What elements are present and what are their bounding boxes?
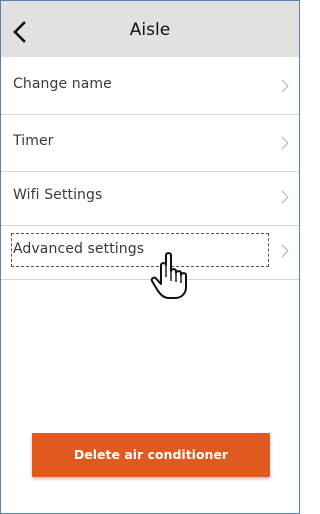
- chevron-right-icon: [281, 190, 289, 204]
- page-title: Aisle: [129, 20, 171, 40]
- menu-item-label: Advanced settings: [13, 241, 145, 257]
- app-screen: Aisle Change name Timer Wifi Settings Ad…: [0, 0, 300, 514]
- menu-item-change-name[interactable]: Change name: [1, 58, 299, 115]
- chevron-right-icon: [281, 136, 289, 150]
- chevron-right-icon: [281, 79, 289, 93]
- menu-item-label: Wifi Settings: [13, 187, 103, 203]
- delete-air-conditioner-button[interactable]: Delete air conditioner: [32, 433, 270, 477]
- chevron-right-icon: [281, 244, 289, 258]
- hand-pointer-icon: [150, 252, 187, 299]
- menu-item-label: Timer: [13, 133, 54, 149]
- menu-item-timer[interactable]: Timer: [1, 115, 299, 172]
- menu-item-label: Change name: [13, 76, 112, 92]
- menu-item-wifi-settings[interactable]: Wifi Settings: [1, 169, 299, 226]
- delete-button-label: Delete air conditioner: [73, 447, 229, 462]
- header-bar: Aisle: [1, 1, 299, 57]
